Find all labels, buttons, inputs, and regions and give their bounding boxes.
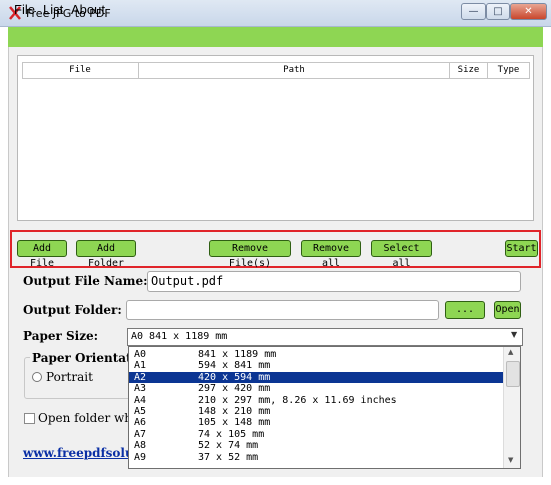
option-size: 210 x 297 mm, 8.26 x 11.69 inches	[198, 394, 397, 406]
column-path[interactable]: Path	[139, 62, 450, 79]
select-all-button[interactable]: Select all	[371, 240, 432, 269]
paper-size-option[interactable]: A2 420 x 594 mm	[129, 371, 504, 384]
paper-size-option[interactable]: A8 52 x 74 mm	[129, 440, 504, 451]
option-size: 297 x 420 mm	[198, 383, 271, 395]
option-name: A8	[134, 440, 147, 452]
paper-size-option[interactable]: A3 297 x 420 mm	[129, 383, 504, 394]
scroll-thumb[interactable]	[506, 361, 520, 387]
option-name: A9	[134, 451, 147, 463]
option-name: A3	[134, 383, 147, 395]
column-size[interactable]: Size	[450, 62, 488, 79]
file-list[interactable]	[17, 55, 534, 221]
maximize-icon[interactable]: □	[486, 3, 510, 20]
browse-folder-button[interactable]: ...	[445, 301, 485, 319]
portrait-radio[interactable]	[32, 372, 42, 382]
paper-orientation-label: Paper Orientat	[30, 351, 134, 365]
output-folder-input[interactable]	[126, 300, 439, 320]
add-folder-button[interactable]: Add Folder	[76, 240, 136, 269]
add-file-button[interactable]: Add File	[17, 240, 67, 269]
option-size: 420 x 594 mm	[198, 371, 271, 383]
scroll-down-icon[interactable]: ▼	[508, 456, 513, 464]
output-file-name-input[interactable]: Output.pdf	[147, 271, 521, 292]
dropdown-scrollbar[interactable]: ▲ ▼	[503, 347, 520, 468]
open-folder-button[interactable]: Open	[494, 301, 521, 319]
option-name: A7	[134, 428, 147, 440]
paper-size-option[interactable]: A5 148 x 210 mm	[129, 406, 504, 417]
paper-size-value: A0 841 x 1189 mm	[131, 331, 228, 342]
option-size: 105 x 148 mm	[198, 417, 271, 429]
start-button[interactable]: Start	[505, 240, 538, 257]
option-size: 37 x 52 mm	[198, 451, 259, 463]
open-folder-checkbox[interactable]	[24, 413, 35, 424]
column-type[interactable]: Type	[488, 62, 530, 79]
option-size: 841 x 1189 mm	[198, 349, 277, 360]
paper-size-label: Paper Size:	[23, 329, 99, 343]
paper-size-option[interactable]: A1 594 x 841 mm	[129, 360, 504, 371]
remove-all-button[interactable]: Remove all	[301, 240, 361, 269]
menu-file[interactable]: File	[14, 2, 35, 17]
paper-size-option[interactable]: A0 841 x 1189 mm	[129, 349, 504, 360]
paper-size-option[interactable]: A6 105 x 148 mm	[129, 417, 504, 428]
column-file[interactable]: File	[22, 62, 139, 79]
option-size: 74 x 105 mm	[198, 428, 265, 440]
scroll-up-icon[interactable]: ▲	[508, 348, 513, 356]
option-size: 148 x 210 mm	[198, 406, 271, 417]
option-name: A0	[134, 349, 147, 360]
option-name: A2	[134, 371, 147, 383]
minimize-icon[interactable]: —	[461, 3, 486, 20]
menu-bar	[8, 27, 543, 47]
portrait-label: Portrait	[46, 370, 93, 384]
output-file-name-label: Output File Name:	[23, 274, 148, 288]
open-folder-checkbox-label: Open folder whe	[38, 411, 140, 425]
remove-files-button[interactable]: Remove File(s)	[209, 240, 291, 269]
paper-size-option[interactable]: A9 37 x 52 mm	[129, 452, 504, 463]
output-folder-label: Output Folder:	[23, 303, 122, 317]
menu-about[interactable]: About	[71, 2, 105, 17]
option-name: A4	[134, 394, 147, 406]
paper-size-option[interactable]: A7 74 x 105 mm	[129, 429, 504, 440]
option-size: 594 x 841 mm	[198, 360, 271, 372]
option-name: A1	[134, 360, 147, 372]
paper-size-dropdown-list[interactable]: A0 841 x 1189 mm A1 594 x 841 mm A2 420 x 594…	[128, 346, 521, 469]
option-name: A6	[134, 417, 147, 429]
paper-size-option[interactable]: A4 210 x 297 mm, 8.26 x 11.69 inches	[129, 395, 504, 406]
website-link[interactable]: www.freepdfsolu	[23, 446, 134, 460]
option-name: A5	[134, 406, 147, 417]
chevron-down-icon[interactable]: ▼	[511, 330, 517, 339]
close-icon[interactable]: ✕	[510, 3, 547, 20]
menu-list[interactable]: List	[43, 2, 63, 17]
option-size: 52 x 74 mm	[198, 440, 259, 452]
